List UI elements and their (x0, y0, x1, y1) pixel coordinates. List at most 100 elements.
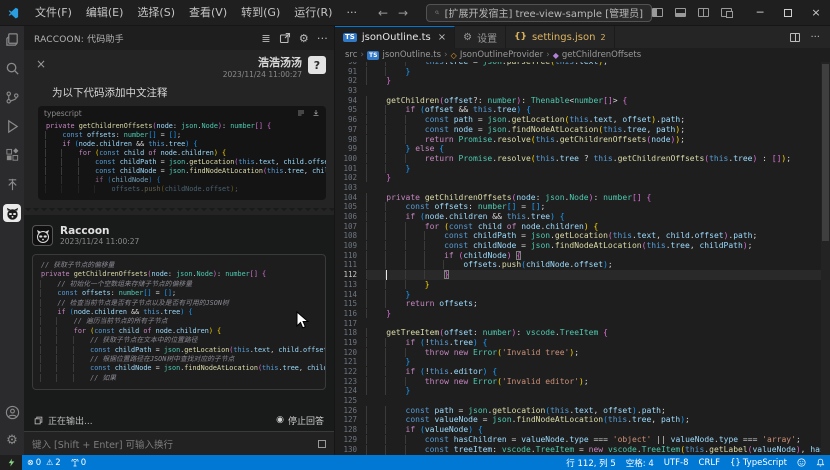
menu-item-6[interactable]: ··· (339, 2, 364, 24)
close-message-icon[interactable]: × (32, 56, 50, 72)
language-mode[interactable]: {}TypeScript (725, 458, 792, 468)
test-explorer-icon[interactable] (3, 175, 21, 193)
code-line-109[interactable]: const childNode = json.findNodeAtLocatio… (367, 241, 830, 251)
code-line-124[interactable]: } (367, 386, 830, 396)
close-tab-icon[interactable]: × (438, 32, 446, 43)
code-line-93[interactable] (367, 86, 830, 96)
feedback-icon[interactable] (792, 458, 811, 467)
breadcrumb[interactable]: src› TS jsonOutline.ts› ◇ JsonOutlinePro… (335, 48, 830, 62)
tab-settings-json[interactable]: {} settings.json 2 (506, 26, 614, 48)
code-line-129[interactable]: const hasChildren = valueNode.type === '… (367, 435, 830, 445)
stop-answer-button[interactable]: ◉ 停止回答 (276, 414, 324, 427)
menu-item-5[interactable]: 运行(R) (287, 2, 339, 24)
code-line-120[interactable]: throw new Error('Invalid tree'); (367, 348, 830, 358)
code-editor[interactable]: 9091929394959697989910010110210310410510… (335, 62, 830, 455)
insert-code-icon[interactable] (297, 109, 305, 117)
tab-jsonoutline[interactable]: TS jsonOutline.ts × (335, 26, 455, 48)
code-line-106[interactable]: if (node.children && this.tree) { (367, 212, 830, 222)
code-line-131[interactable]: treeItem.command = { (367, 454, 830, 455)
forward-icon[interactable]: → (398, 6, 408, 20)
code-line-96[interactable]: const path = json.getLocation(this.text,… (367, 115, 830, 125)
broadcast-indicator[interactable]: 0 (66, 458, 91, 468)
account-icon[interactable] (3, 403, 21, 421)
chat-input[interactable]: 键入 [Shift + Enter] 可输入换行 (24, 431, 334, 455)
split-editor-icon[interactable] (790, 33, 800, 42)
code-line-100[interactable]: return Promise.resolve(this.tree ? this.… (367, 154, 830, 164)
command-center[interactable]: [扩展开发宿主] tree-view-sample [管理员] (426, 4, 652, 22)
run-debug-icon[interactable] (3, 117, 21, 135)
code-line-117[interactable] (367, 319, 830, 329)
cursor-position[interactable]: 行 112, 列 5 (561, 457, 620, 469)
maximize-button[interactable] (774, 0, 802, 26)
code-line-101[interactable]: } (367, 164, 830, 174)
code-line-116[interactable]: } (367, 309, 830, 319)
indentation[interactable]: 空格: 4 (621, 457, 659, 469)
code-line-119[interactable]: if (!this.tree) { (367, 338, 830, 348)
code-line-110[interactable]: if (childNode) { (367, 251, 830, 261)
code-line-108[interactable]: const childPath = json.getLocation(this.… (367, 231, 830, 241)
menu-item-3[interactable]: 查看(V) (182, 2, 234, 24)
input-action-button[interactable] (318, 440, 326, 448)
source-control-icon[interactable] (3, 88, 21, 106)
code-line-127[interactable]: const valueNode = json.findNodeAtLocatio… (367, 415, 830, 425)
line-number-117: 117 (335, 319, 357, 329)
code-line-126[interactable]: const path = json.getLocation(this.text,… (367, 406, 830, 416)
back-icon[interactable]: ← (378, 6, 388, 20)
code-line-115[interactable]: return offsets; (367, 299, 830, 309)
code-line-118[interactable]: getTreeItem(offset: number): vscode.Tree… (367, 328, 830, 338)
menu-item-4[interactable]: 转到(G) (234, 2, 287, 24)
code-line-122[interactable]: if (!this.editor) { (367, 367, 830, 377)
clear-history-icon[interactable]: ≣ (261, 32, 270, 45)
code-line-130[interactable]: const treeItem: vscode.TreeItem = new vs… (367, 445, 830, 455)
extensions-icon[interactable] (3, 146, 21, 164)
new-chat-icon[interactable] (279, 32, 291, 44)
explorer-icon[interactable] (3, 30, 21, 48)
code-line-107[interactable]: for (const child of node.children) { (367, 222, 830, 232)
panel-settings-icon[interactable]: ⚙ (299, 32, 309, 45)
settings-gear-icon[interactable]: ⚙ (3, 431, 21, 449)
code-line-123[interactable]: throw new Error('Invalid editor'); (367, 377, 830, 387)
code-line-114[interactable]: } (367, 290, 830, 300)
remote-indicator[interactable] (0, 455, 22, 470)
tab-settings[interactable]: ⚙ 设置 (455, 26, 506, 48)
encoding[interactable]: UTF-8 (659, 458, 694, 468)
code-line-98[interactable]: return Promise.resolve(this.getChildrenO… (367, 135, 830, 145)
code-line-112[interactable]: } (367, 270, 830, 280)
menu-item-1[interactable]: 编辑(E) (79, 2, 131, 24)
code-line-105[interactable]: const offsets: number[] = []; (367, 202, 830, 212)
code-line-128[interactable]: if (valueNode) { (367, 425, 830, 435)
editor-scrollbar[interactable] (821, 62, 830, 455)
panel-more-icon[interactable]: ··· (317, 32, 328, 45)
menu-item-0[interactable]: 文件(F) (28, 2, 79, 24)
editor-more-icon[interactable]: ··· (810, 32, 820, 43)
problems-indicator[interactable]: ⊗0 ⚠2 (22, 458, 66, 468)
code-line-94[interactable]: getChildren(offset?: number): Thenable<n… (367, 96, 830, 106)
code-line-103[interactable] (367, 183, 830, 193)
code-line-97[interactable]: const node = json.findNodeAtLocation(thi… (367, 125, 830, 135)
code-line-121[interactable]: } (367, 357, 830, 367)
copy-code-icon[interactable] (312, 109, 320, 117)
assistant-code-lines: // 获取子节点的偏移量private getChildrenOffsets(n… (32, 254, 326, 390)
code-line-104[interactable]: private getChildrenOffsets(node: json.No… (367, 193, 830, 203)
customize-layout-icon[interactable] (721, 8, 732, 17)
eol-sequence[interactable]: CRLF (694, 458, 725, 468)
code-line-113[interactable]: } (367, 280, 830, 290)
close-button[interactable]: × (802, 0, 830, 26)
assistant-timestamp: 2023/11/24 11:00:27 (60, 237, 139, 246)
toggle-sidebar-icon[interactable] (652, 8, 663, 17)
code-line-92[interactable]: } (367, 76, 830, 86)
code-line-99[interactable]: } else { (367, 144, 830, 154)
menu-item-2[interactable]: 选择(S) (130, 2, 182, 24)
minimize-button[interactable]: ─ (746, 0, 774, 26)
code-lines[interactable]: this.tree = json.parseTree(this.text); }… (361, 62, 830, 455)
code-line-102[interactable]: } (367, 173, 830, 183)
notifications-bell-icon[interactable] (811, 458, 830, 467)
code-line-95[interactable]: if (offset && this.tree) { (367, 105, 830, 115)
code-line-125[interactable] (367, 396, 830, 406)
code-line-111[interactable]: offsets.push(childNode.offset); (367, 260, 830, 270)
search-icon[interactable] (3, 59, 21, 77)
raccoon-extension-icon[interactable] (3, 204, 21, 222)
toggle-secondary-sidebar-icon[interactable] (698, 8, 709, 17)
code-line-91[interactable]: } (367, 67, 830, 77)
toggle-panel-icon[interactable] (675, 8, 686, 17)
